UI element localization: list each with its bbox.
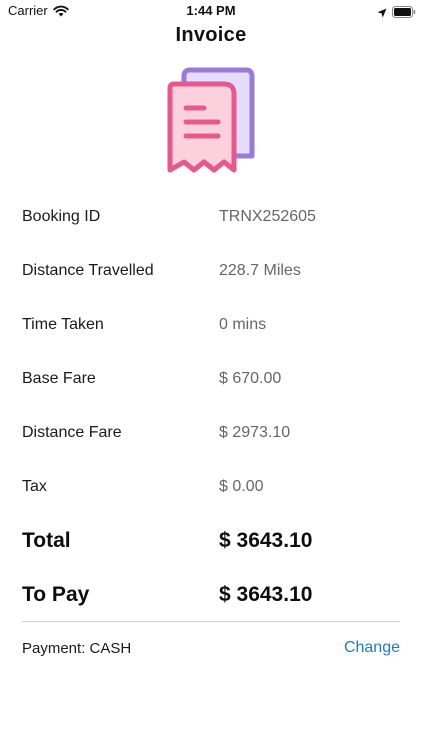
divider xyxy=(22,621,400,622)
receipt-icon xyxy=(166,66,258,181)
distance-travelled-row: Distance Travelled 228.7 Miles xyxy=(22,256,400,286)
distance-fare-label: Distance Fare xyxy=(22,424,122,441)
total-value: $ 3643.10 xyxy=(219,529,313,552)
base-fare-label: Base Fare xyxy=(22,370,96,387)
location-arrow-icon xyxy=(377,5,387,23)
base-fare-value: $ 670.00 xyxy=(219,370,282,387)
to-pay-label: To Pay xyxy=(22,583,90,606)
tax-label: Tax xyxy=(22,478,47,495)
tax-value: $ 0.00 xyxy=(219,478,264,495)
time-taken-value: 0 mins xyxy=(219,316,267,333)
distance-travelled-label: Distance Travelled xyxy=(22,262,154,279)
total-row: Total $ 3643.10 xyxy=(22,526,400,556)
booking-id-label: Booking ID xyxy=(22,208,101,225)
status-bar: Carrier 1:44 PM xyxy=(0,0,422,22)
to-pay-value: $ 3643.10 xyxy=(219,583,313,606)
payment-method-label: Payment: CASH xyxy=(22,640,132,657)
distance-fare-row: Distance Fare $ 2973.10 xyxy=(22,418,400,448)
total-label: Total xyxy=(22,529,71,552)
time-taken-label: Time Taken xyxy=(22,316,104,333)
page-title: Invoice xyxy=(175,24,247,46)
booking-id-row: Booking ID TRNX252605 xyxy=(22,202,400,232)
booking-id-value: TRNX252605 xyxy=(219,208,316,225)
base-fare-row: Base Fare $ 670.00 xyxy=(22,364,400,394)
status-time: 1:44 PM xyxy=(186,3,236,18)
to-pay-row: To Pay $ 3643.10 xyxy=(22,580,400,610)
battery-icon xyxy=(392,5,416,23)
change-payment-button[interactable]: Change xyxy=(344,639,400,657)
distance-travelled-value: 228.7 Miles xyxy=(219,262,301,279)
time-taken-row: Time Taken 0 mins xyxy=(22,310,400,340)
distance-fare-value: $ 2973.10 xyxy=(219,424,291,441)
tax-row: Tax $ 0.00 xyxy=(22,472,400,502)
